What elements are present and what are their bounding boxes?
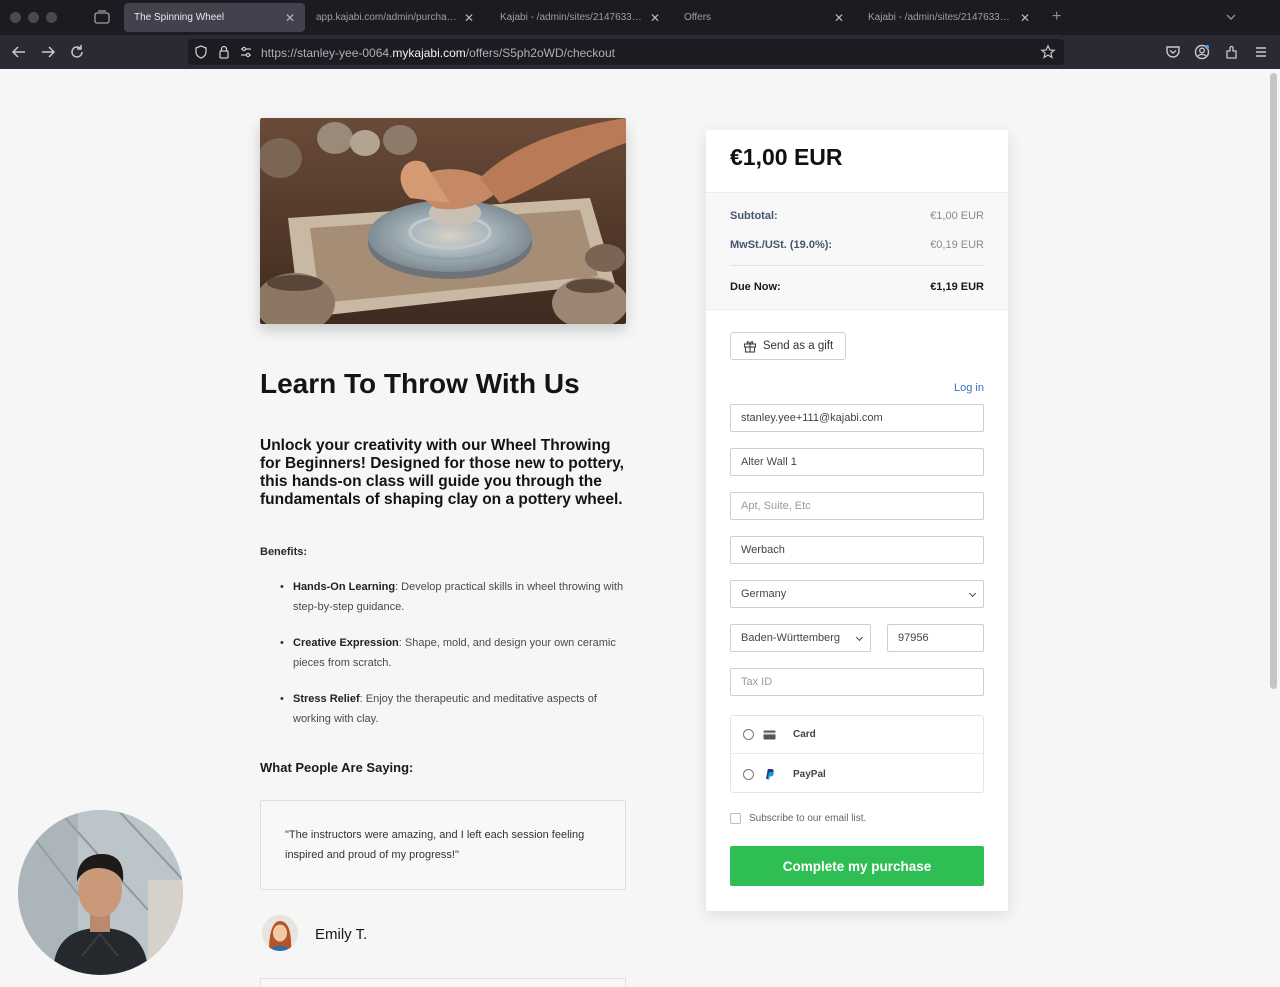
payment-method-group: Card PayPal — [730, 715, 984, 793]
benefits-heading: Benefits: — [260, 546, 308, 558]
close-icon[interactable]: ✕ — [834, 11, 844, 25]
tab-offers[interactable]: Offers ✕ — [674, 3, 854, 32]
payment-option-paypal[interactable]: PayPal — [731, 755, 983, 793]
due-now-row: Due Now: €1,19 EUR — [730, 281, 984, 293]
send-as-gift-label: Send as a gift — [762, 340, 834, 352]
apt-suite-field[interactable]: Apt, Suite, Etc — [730, 492, 984, 520]
tax-label: MwSt./USt. (19.0%): — [730, 239, 833, 251]
address-field[interactable]: Alter Wall 1 — [730, 448, 984, 476]
extensions-icon[interactable] — [1223, 43, 1241, 61]
state-select[interactable]: Baden-Württemberg — [730, 624, 871, 652]
browser-tab-bar: The Spinning Wheel ✕ app.kajabi.com/admi… — [0, 0, 1280, 35]
tax-row: MwSt./USt. (19.0%): €0,19 EUR — [730, 239, 984, 251]
gift-icon — [743, 341, 756, 353]
checkout-card: €1,00 EUR Subtotal: €1,00 EUR MwSt./USt.… — [706, 130, 1008, 911]
tab-title: Kajabi - /admin/sites/2147633634/s — [868, 12, 1014, 23]
page-scrollbar[interactable] — [1270, 73, 1277, 689]
benefit-name: Stress Relief — [293, 693, 360, 705]
bookmark-star-icon[interactable] — [1040, 44, 1056, 60]
benefit-item: Creative Expression: Shape, mold, and de… — [280, 633, 632, 673]
shield-icon[interactable] — [193, 44, 209, 60]
country-select[interactable]: Germany — [730, 580, 984, 608]
subscribe-checkbox[interactable] — [730, 813, 741, 824]
subscribe-option[interactable]: Subscribe to our email list. — [730, 813, 866, 824]
tab-title: The Spinning Wheel — [134, 12, 225, 23]
subtotal-value: €1,00 EUR — [930, 210, 984, 222]
forward-arrow-icon[interactable] — [39, 43, 57, 61]
window-maximize-button[interactable] — [46, 12, 57, 23]
webcam-overlay — [18, 810, 183, 975]
payment-option-card[interactable]: Card — [731, 716, 983, 754]
log-in-link[interactable]: Log in — [954, 382, 984, 394]
firefox-view-icon[interactable] — [94, 10, 110, 24]
send-as-gift-button[interactable]: Send as a gift — [730, 332, 846, 360]
close-icon[interactable]: ✕ — [285, 11, 295, 25]
offer-intro: Unlock your creativity with our Wheel Th… — [260, 437, 624, 508]
offer-title: Learn To Throw With Us — [260, 368, 580, 399]
reviewer-avatar — [262, 915, 298, 951]
card-radio[interactable] — [743, 729, 754, 740]
tab-kajabi-purchases[interactable]: app.kajabi.com/admin/purchases/22 ✕ — [306, 3, 484, 32]
summary-divider — [730, 265, 984, 266]
paypal-label: PayPal — [793, 768, 826, 780]
testimonial-quote: "The instructors were amazing, and I lef… — [260, 800, 626, 890]
benefit-name: Creative Expression — [293, 637, 399, 649]
browser-nav-bar: https://stanley-yee-0064.mykajabi.com/of… — [0, 35, 1280, 69]
benefit-item: Stress Relief: Enjoy the therapeutic and… — [280, 689, 632, 729]
email-field[interactable]: stanley.yee+111@kajabi.com — [730, 404, 984, 432]
url-prefix: https://stanley-yee-0064. — [261, 46, 393, 60]
zip-field[interactable]: 97956 — [887, 624, 984, 652]
benefit-item: Hands-On Learning: Develop practical ski… — [280, 577, 632, 617]
reload-icon[interactable] — [68, 43, 86, 61]
card-label: Card — [793, 729, 816, 740]
url-domain: mykajabi.com — [392, 46, 466, 60]
close-icon[interactable]: ✕ — [650, 11, 660, 25]
tab-title: app.kajabi.com/admin/purchases/22 — [316, 12, 458, 23]
credit-card-icon — [763, 730, 776, 739]
tax-value: €0,19 EUR — [930, 239, 984, 251]
window-minimize-button[interactable] — [28, 12, 39, 23]
benefits-list: Hands-On Learning: Develop practical ski… — [280, 577, 632, 745]
chevron-down-icon[interactable] — [1224, 10, 1238, 24]
subtotal-row: Subtotal: €1,00 EUR — [730, 210, 984, 222]
testimonials-heading: What People Are Saying: — [260, 760, 414, 775]
account-icon[interactable] — [1193, 43, 1211, 61]
reviewer-name: Emily T. — [315, 926, 368, 943]
address-bar[interactable]: https://stanley-yee-0064.mykajabi.com/of… — [188, 39, 1064, 65]
pocket-icon[interactable] — [1164, 43, 1182, 61]
next-testimonial-card — [260, 978, 626, 987]
tab-kajabi-admin[interactable]: Kajabi - /admin/sites/2147633634/s ✕ — [490, 3, 670, 32]
tax-id-field[interactable]: Tax ID — [730, 668, 984, 696]
close-icon[interactable]: ✕ — [464, 11, 474, 25]
paypal-icon — [766, 769, 774, 780]
checkout-page: Learn To Throw With Us Unlock your creat… — [0, 69, 1280, 987]
menu-icon[interactable] — [1252, 43, 1270, 61]
subscribe-label: Subscribe to our email list. — [749, 813, 867, 824]
new-tab-icon[interactable]: + — [1052, 8, 1061, 26]
tab-kajabi-admin-2[interactable]: Kajabi - /admin/sites/2147633634/s ✕ — [858, 3, 1040, 32]
tab-title: Kajabi - /admin/sites/2147633634/s — [500, 12, 644, 23]
url-path: /offers/S5ph2oWD/checkout — [465, 46, 615, 60]
close-icon[interactable]: ✕ — [1020, 11, 1030, 25]
complete-purchase-button[interactable]: Complete my purchase — [730, 846, 984, 886]
subtotal-label: Subtotal: — [730, 210, 778, 222]
window-close-button[interactable] — [10, 12, 21, 23]
tab-spinning-wheel[interactable]: The Spinning Wheel ✕ — [124, 3, 305, 32]
offer-hero-image — [260, 118, 626, 324]
offer-price: €1,00 EUR — [730, 144, 843, 170]
paypal-radio[interactable] — [743, 768, 754, 780]
tab-title: Offers — [684, 12, 712, 23]
benefit-name: Hands-On Learning — [293, 581, 396, 593]
city-field[interactable]: Werbach — [730, 536, 984, 564]
lock-icon[interactable] — [216, 44, 232, 60]
url-text: https://stanley-yee-0064.mykajabi.com/of… — [261, 46, 615, 60]
permissions-icon[interactable] — [238, 44, 254, 60]
due-now-label: Due Now: — [730, 281, 781, 293]
back-arrow-icon[interactable] — [10, 43, 28, 61]
due-now-value: €1,19 EUR — [930, 281, 984, 293]
order-summary: Subtotal: €1,00 EUR MwSt./USt. (19.0%): … — [706, 192, 1008, 310]
